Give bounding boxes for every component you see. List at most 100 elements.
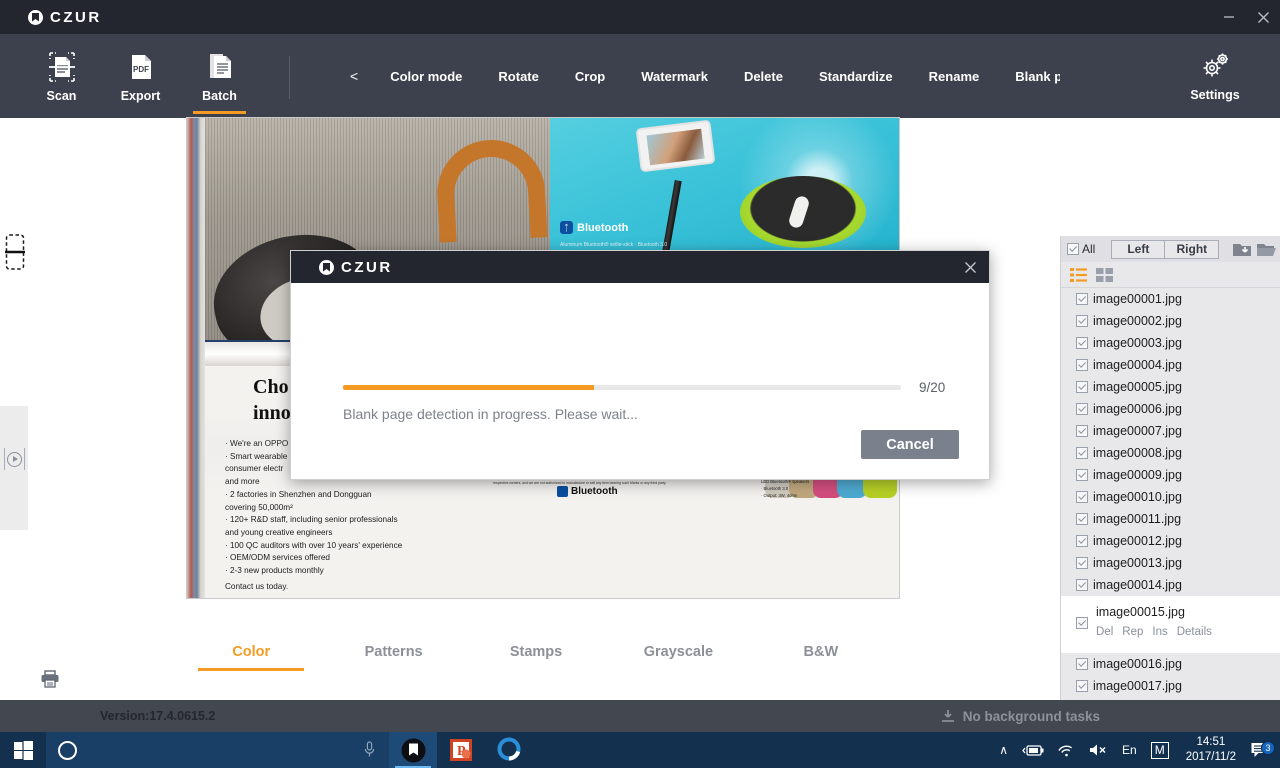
battery-charging-icon[interactable] (1015, 732, 1051, 768)
list-item[interactable]: image00008.jpg (1061, 442, 1280, 464)
cortana-search-box[interactable] (46, 732, 389, 768)
close-button[interactable] (1246, 0, 1280, 34)
list-item-selected[interactable]: image00015.jpg Del Rep Ins Details (1061, 596, 1280, 653)
file-name: image00007.jpg (1093, 424, 1182, 438)
checkbox-icon[interactable] (1076, 293, 1088, 305)
checkbox-icon[interactable] (1076, 447, 1088, 459)
list-item[interactable]: image00016.jpg (1061, 653, 1280, 675)
notification-center-button[interactable]: 3 (1246, 741, 1280, 759)
menu-item-watermark[interactable]: Watermark (623, 69, 726, 84)
file-name: image00006.jpg (1093, 402, 1182, 416)
ime-indicator[interactable]: M (1144, 732, 1176, 768)
file-name: image00012.jpg (1093, 534, 1182, 548)
left-rail (0, 118, 59, 710)
checkbox-icon[interactable] (1076, 557, 1088, 569)
list-view-icon[interactable] (1070, 267, 1087, 282)
list-item[interactable]: image00009.jpg (1061, 464, 1280, 486)
list-item[interactable]: image00006.jpg (1061, 398, 1280, 420)
menu-item-standardize[interactable]: Standardize (801, 69, 911, 84)
list-item[interactable]: image00003.jpg (1061, 332, 1280, 354)
taskbar-app-powerpoint[interactable]: P (437, 732, 485, 768)
checkbox-icon[interactable] (1076, 535, 1088, 547)
menu-item-rename[interactable]: Rename (911, 69, 998, 84)
tab-color[interactable]: Color (180, 630, 322, 674)
tab-patterns[interactable]: Patterns (322, 630, 464, 674)
checkbox-icon[interactable] (1076, 658, 1088, 670)
select-all-checkbox[interactable]: All (1067, 242, 1095, 256)
file-list[interactable]: image00001.jpg image00002.jpg image00003… (1061, 288, 1280, 768)
settings-button[interactable]: Settings (1176, 34, 1254, 118)
volume-muted-icon[interactable] (1082, 732, 1115, 768)
tab-stamps[interactable]: Stamps (465, 630, 607, 674)
ribbon-item-export[interactable]: PDF Export (101, 34, 180, 118)
spec-line: · Output: 3W, 4ohm (761, 493, 798, 499)
dialog-logo: CZUR (319, 259, 393, 276)
action-replace[interactable]: Rep (1122, 626, 1143, 638)
grid-view-icon[interactable] (1096, 267, 1113, 282)
dialog-close-button[interactable] (951, 251, 989, 283)
list-item[interactable]: image00001.jpg (1061, 288, 1280, 310)
folder-open-icon[interactable] (1256, 241, 1277, 258)
tab-bw[interactable]: B&W (750, 630, 892, 674)
right-page-button[interactable]: Right (1165, 239, 1220, 259)
minimize-button[interactable] (1212, 0, 1246, 34)
list-item[interactable]: image00012.jpg (1061, 530, 1280, 552)
list-item[interactable]: image00004.jpg (1061, 354, 1280, 376)
tab-grayscale[interactable]: Grayscale (607, 630, 749, 674)
checkbox-icon[interactable] (1076, 469, 1088, 481)
list-item[interactable]: image00017.jpg (1061, 675, 1280, 697)
checkbox-icon[interactable] (1076, 315, 1088, 327)
windows-start-icon[interactable] (0, 732, 46, 768)
action-details[interactable]: Details (1177, 626, 1212, 638)
page-side-group: Left Right (1111, 239, 1220, 259)
wifi-icon[interactable] (1051, 732, 1082, 768)
page-bluetooth-logo: Bluetooth (557, 486, 618, 497)
list-item[interactable]: image00013.jpg (1061, 552, 1280, 574)
list-item[interactable]: image00014.jpg (1061, 574, 1280, 596)
language-indicator[interactable]: En (1115, 732, 1144, 768)
contact-line: Contact us today. (225, 581, 289, 591)
checkbox-icon[interactable] (1076, 579, 1088, 591)
checkbox-icon[interactable] (1076, 381, 1088, 393)
checkbox-icon[interactable] (1076, 680, 1088, 692)
menu-item-crop[interactable]: Crop (557, 69, 623, 84)
left-page-button[interactable]: Left (1111, 239, 1166, 259)
taskbar-app-cortana[interactable] (485, 732, 533, 768)
play-preview-button[interactable] (4, 448, 25, 470)
czur-logo-icon (319, 259, 334, 275)
menu-item-rotate[interactable]: Rotate (480, 69, 556, 84)
split-page-icon[interactable] (5, 233, 25, 271)
file-name: image00010.jpg (1093, 490, 1182, 504)
action-insert[interactable]: Ins (1152, 626, 1167, 638)
cortana-circle-icon[interactable] (58, 740, 77, 760)
file-name: image00004.jpg (1093, 358, 1182, 372)
banner-bluetooth-logo: ᛏ Bluetooth (560, 221, 628, 234)
checkbox-icon[interactable] (1076, 425, 1088, 437)
progress-row: 9/20 (343, 380, 953, 395)
list-item[interactable]: image00005.jpg (1061, 376, 1280, 398)
menu-item-blank-page[interactable]: Blank page (997, 69, 1060, 84)
checkbox-icon[interactable] (1076, 617, 1088, 629)
list-item[interactable]: image00007.jpg (1061, 420, 1280, 442)
taskbar-app-czur[interactable] (389, 732, 437, 768)
checkbox-icon[interactable] (1076, 337, 1088, 349)
menu-back-arrow[interactable]: < (340, 68, 372, 84)
checkbox-icon[interactable] (1076, 359, 1088, 371)
tray-chevron-icon[interactable]: ∧ (992, 732, 1015, 768)
cancel-button[interactable]: Cancel (861, 430, 959, 459)
list-item[interactable]: image00002.jpg (1061, 310, 1280, 332)
menu-item-delete[interactable]: Delete (726, 69, 801, 84)
list-item[interactable]: image00011.jpg (1061, 508, 1280, 530)
ribbon-item-batch[interactable]: Batch (180, 34, 259, 118)
checkbox-icon[interactable] (1076, 403, 1088, 415)
checkbox-icon[interactable] (1076, 513, 1088, 525)
menu-item-color-mode[interactable]: Color mode (372, 69, 480, 84)
ribbon-item-scan[interactable]: Scan (22, 34, 101, 118)
taskbar-clock[interactable]: 14:51 2017/11/2 (1176, 735, 1246, 765)
folder-import-icon[interactable] (1232, 241, 1253, 258)
checkbox-icon[interactable] (1076, 491, 1088, 503)
list-item[interactable]: image00010.jpg (1061, 486, 1280, 508)
background-tasks-label: No background tasks (962, 708, 1100, 724)
print-button[interactable] (40, 670, 60, 688)
action-delete[interactable]: Del (1096, 626, 1113, 638)
